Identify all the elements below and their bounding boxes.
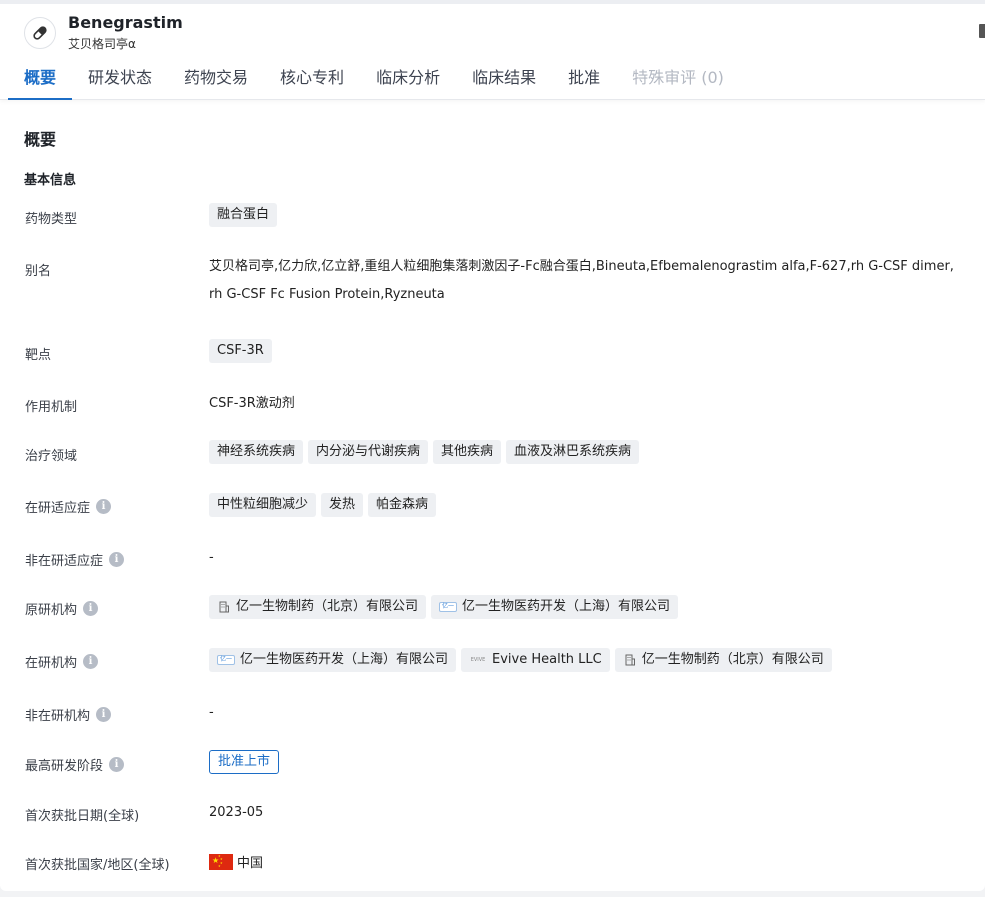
field-value: 批准上市 — [209, 750, 280, 774]
field-label: 原研机构 i — [25, 599, 99, 618]
indication-tag[interactable]: 帕金森病 — [368, 493, 437, 517]
field-label-text: 非在研机构 — [25, 709, 91, 724]
company-logo-icon: 亿一 — [439, 602, 458, 612]
org-name: 亿一生物医药开发（上海）有限公司 — [462, 599, 671, 614]
field-label-text: 在研机构 — [25, 656, 78, 671]
tab-clinical-analysis[interactable]: 临床分析 — [360, 56, 456, 100]
org-name: 亿一生物医药开发（上海）有限公司 — [240, 652, 449, 667]
therapeutic-area-tag[interactable]: 其他疾病 — [433, 440, 502, 464]
field-value: 艾贝格司亭,亿力欣,亿立舒,重组人粒细胞集落刺激因子-Fc融合蛋白,Bineut… — [209, 253, 974, 309]
org-tag[interactable]: 亿一 亿一生物医药开发（上海）有限公司 — [209, 648, 457, 672]
therapeutic-area-tag[interactable]: 神经系统疾病 — [209, 440, 304, 464]
field-label: 最高研发阶段 i — [25, 755, 125, 774]
drug-subtitle: 艾贝格司亭α — [68, 37, 136, 51]
building-icon — [623, 653, 637, 667]
building-icon — [217, 600, 231, 614]
field-label: 首次获批日期(全球) — [25, 809, 140, 824]
field-value: 2023-05 — [209, 805, 264, 820]
alias-line: 艾贝格司亭,亿力欣,亿立舒,重组人粒细胞集落刺激因子-Fc融合蛋白,Bineut… — [209, 259, 954, 274]
field-value: 中性粒细胞减少 发热 帕金森病 — [209, 493, 437, 517]
field-label: 治疗领域 — [25, 449, 78, 464]
field-value: 亿一生物制药（北京）有限公司 亿一 亿一生物医药开发（上海）有限公司 — [209, 595, 679, 619]
basic-info-title: 基本信息 — [24, 173, 77, 188]
drug-name: Benegrastim — [68, 13, 183, 32]
tab-rd-status[interactable]: 研发状态 — [72, 56, 168, 100]
org-tag[interactable]: EVIVE Evive Health LLC — [461, 648, 610, 672]
tab-drug-deals[interactable]: 药物交易 — [168, 56, 264, 100]
org-name: 亿一生物制药（北京）有限公司 — [236, 599, 419, 614]
field-value: 神经系统疾病 内分泌与代谢疾病 其他疾病 血液及淋巴系统疾病 — [209, 440, 640, 464]
info-icon[interactable]: i — [83, 601, 99, 616]
drug-header: Benegrastim 艾贝格司亭α 概要 研发状态 药物交易 核心专利 临床分… — [0, 4, 985, 100]
indication-tag[interactable]: 发热 — [321, 493, 364, 517]
drug-type-tag[interactable]: 融合蛋白 — [209, 203, 278, 227]
tab-approval[interactable]: 批准 — [552, 56, 616, 100]
indication-tag[interactable]: 中性粒细胞减少 — [209, 493, 317, 517]
field-value: 融合蛋白 — [209, 203, 278, 227]
field-label: 在研适应症 i — [25, 497, 112, 516]
field-label: 别名 — [25, 264, 52, 279]
field-label-text: 原研机构 — [25, 603, 78, 618]
tab-special-review: 特殊审评 (0) — [632, 68, 724, 87]
drug-detail-card: Benegrastim 艾贝格司亭α 概要 研发状态 药物交易 核心专利 临床分… — [0, 4, 985, 891]
info-icon[interactable]: i — [83, 654, 99, 669]
tab-clinical-results[interactable]: 临床结果 — [456, 56, 552, 100]
tab-bar: 概要 研发状态 药物交易 核心专利 临床分析 临床结果 批准 特殊审评 (0) — [8, 56, 740, 100]
tab-core-patents[interactable]: 核心专利 — [264, 56, 360, 100]
company-logo-icon: 亿一 — [217, 655, 235, 665]
field-label: 首次获批国家/地区(全球) — [25, 858, 170, 873]
field-label: 靶点 — [25, 348, 52, 363]
field-label-text: 最高研发阶段 — [25, 759, 104, 774]
org-name: 亿一生物制药（北京）有限公司 — [641, 652, 824, 667]
info-icon[interactable]: i — [96, 499, 112, 514]
field-value: - — [209, 550, 214, 565]
therapeutic-area-tag[interactable]: 内分泌与代谢疾病 — [308, 440, 429, 464]
field-value: 亿一 亿一生物医药开发（上海）有限公司 EVIVE Evive Health L… — [209, 648, 832, 672]
field-value: CSF-3R — [209, 339, 272, 363]
field-label: 非在研适应症 i — [25, 550, 125, 569]
org-tag[interactable]: 亿一生物制药（北京）有限公司 — [614, 648, 832, 672]
target-tag[interactable]: CSF-3R — [209, 339, 272, 363]
tab-overview[interactable]: 概要 — [8, 56, 73, 100]
field-value: CSF-3R激动剂 — [209, 396, 295, 411]
pill-icon — [24, 17, 56, 49]
field-label: 药物类型 — [25, 212, 78, 227]
field-label: 作用机制 — [25, 400, 78, 415]
section-title: 概要 — [24, 130, 57, 149]
field-label-text: 非在研适应症 — [25, 554, 104, 569]
field-label: 非在研机构 i — [25, 705, 112, 724]
therapeutic-area-tag[interactable]: 血液及淋巴系统疾病 — [506, 440, 640, 464]
phase-badge[interactable]: 批准上市 — [209, 750, 280, 774]
china-flag-icon: ★ ★ ★ ★ ★ — [209, 853, 233, 870]
org-name: Evive Health LLC — [492, 652, 602, 667]
alias-line: rh G-CSF Fc Fusion Protein,Ryzneuta — [209, 287, 445, 302]
side-panel-icon[interactable] — [979, 24, 985, 38]
info-icon[interactable]: i — [96, 707, 112, 722]
field-value: - — [209, 705, 214, 720]
field-value: ★ ★ ★ ★ ★ 中国 — [209, 852, 263, 871]
info-icon[interactable]: i — [109, 552, 125, 567]
evive-logo-icon: EVIVE — [470, 657, 486, 663]
field-label: 在研机构 i — [25, 652, 99, 671]
org-tag[interactable]: 亿一生物制药（北京）有限公司 — [209, 595, 427, 619]
field-label-text: 在研适应症 — [25, 501, 91, 516]
info-icon[interactable]: i — [109, 757, 125, 772]
country-name: 中国 — [237, 856, 264, 871]
org-tag[interactable]: 亿一 亿一生物医药开发（上海）有限公司 — [431, 595, 679, 619]
